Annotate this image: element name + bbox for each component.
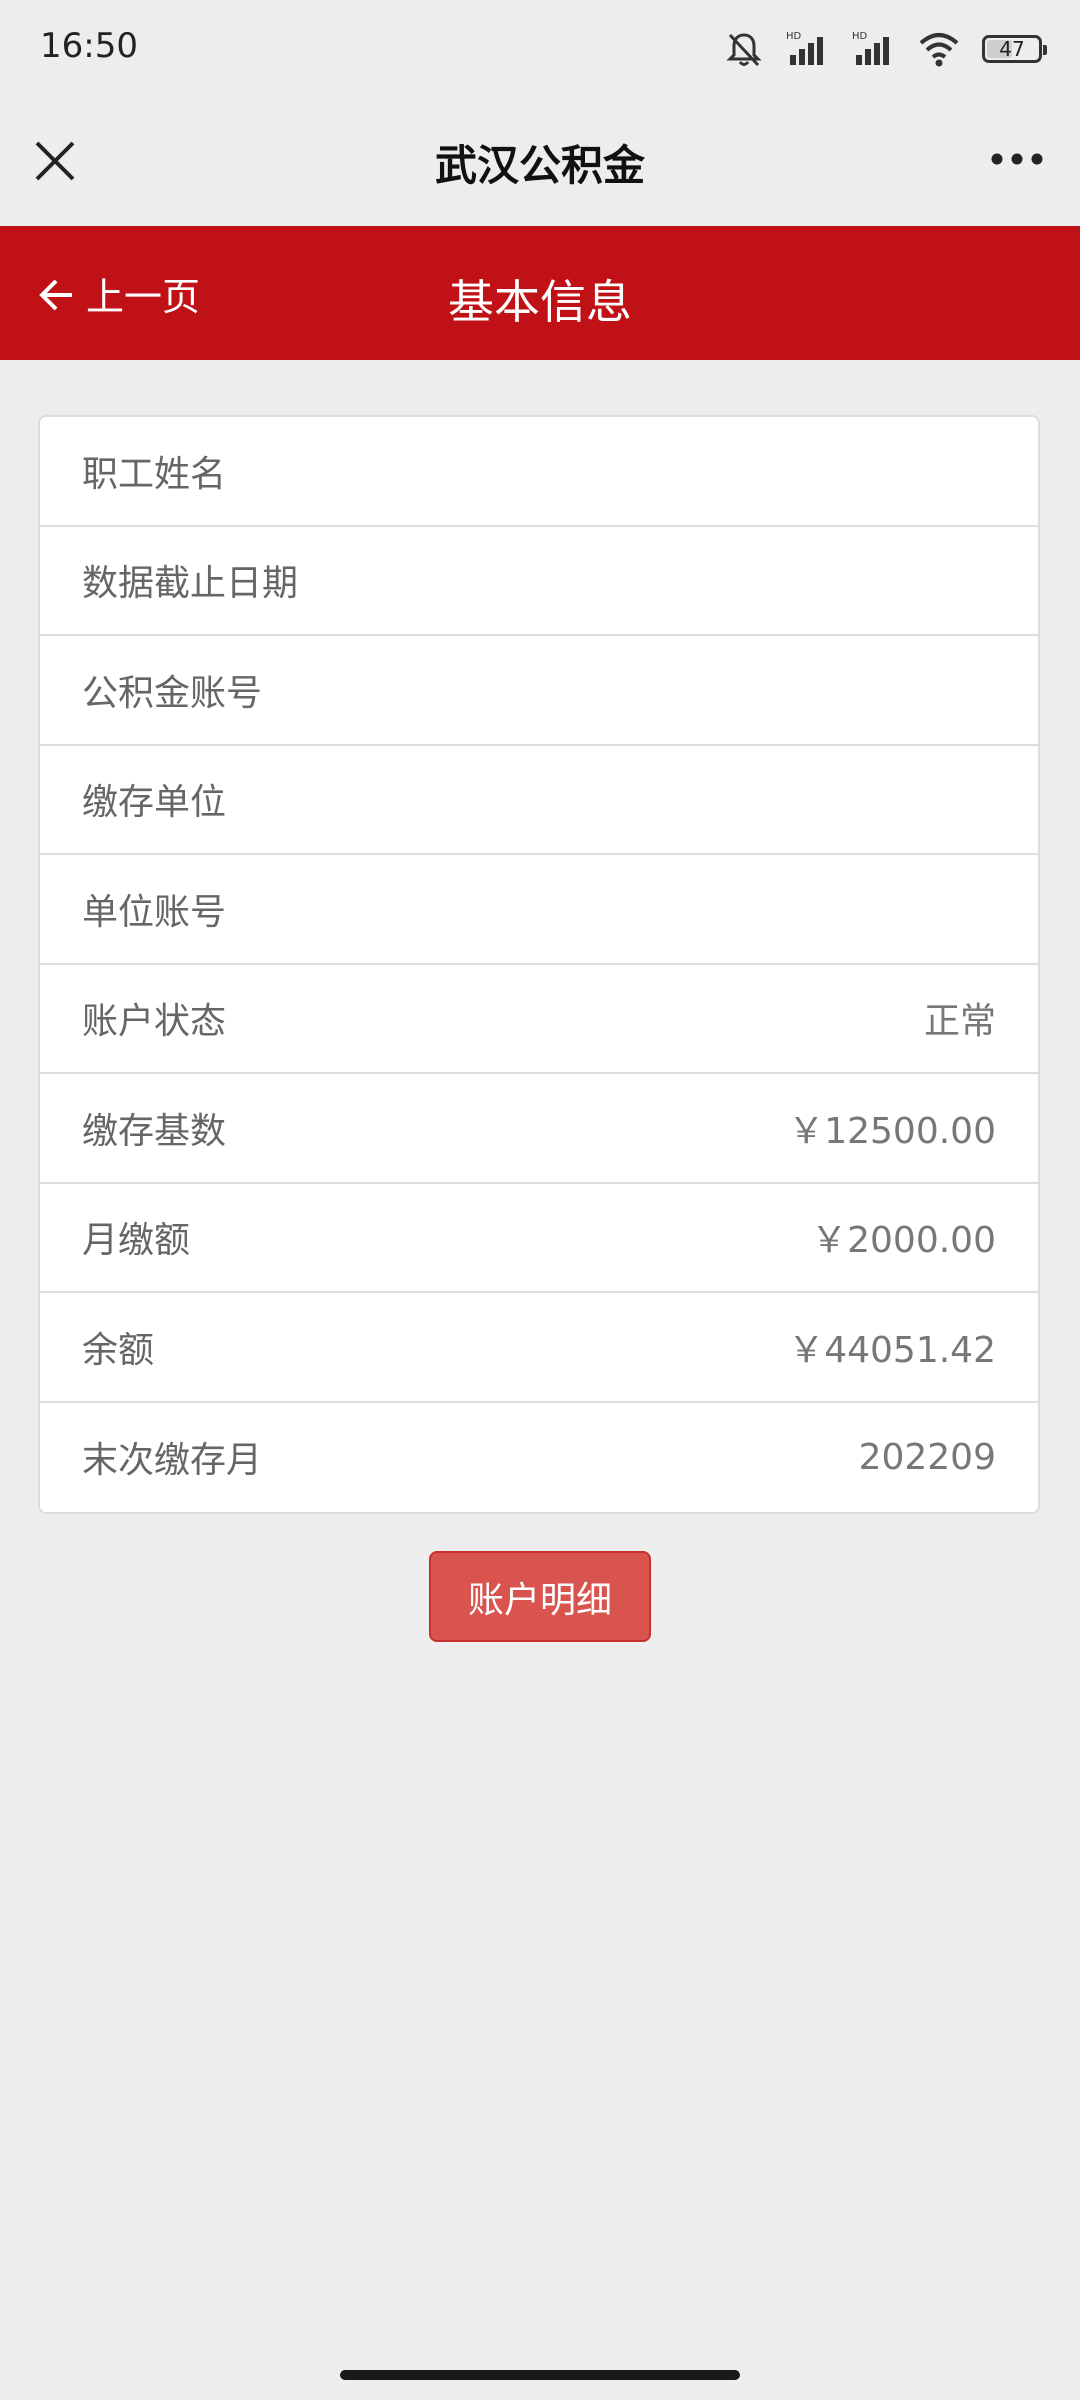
svg-text:HD: HD xyxy=(852,31,868,42)
svg-text:HD: HD xyxy=(786,31,802,42)
row-label: 数据截止日期 xyxy=(82,563,299,605)
row-value: ￥2000.00 xyxy=(811,1220,996,1262)
bell-off-icon xyxy=(724,29,764,69)
more-icon xyxy=(991,153,1043,165)
status-bar: 16:50 HD HD 47 xyxy=(0,0,1080,96)
status-icons: HD HD 47 xyxy=(724,24,1047,74)
page-title: 基本信息 xyxy=(448,275,632,329)
row-value: 正常 xyxy=(923,1001,996,1043)
info-card: 职工姓名 数据截止日期 公积金账号 缴存单位 单位账号 账户状态 正常 缴存基数… xyxy=(38,415,1040,1514)
row-label: 账户状态 xyxy=(82,1001,227,1043)
info-row-employer-account: 单位账号 xyxy=(40,855,1038,965)
info-row-fund-account: 公积金账号 xyxy=(40,636,1038,746)
info-row-last-payment-month: 末次缴存月 202209 xyxy=(40,1403,1038,1513)
row-value: 202209 xyxy=(858,1436,996,1478)
battery-icon: 47 xyxy=(982,35,1047,63)
info-row-account-status: 账户状态 正常 xyxy=(40,965,1038,1074)
info-row-balance: 余额 ￥44051.42 xyxy=(40,1293,1038,1403)
row-value: ￥12500.00 xyxy=(788,1110,996,1152)
signal-hd-icon: HD xyxy=(786,29,830,69)
row-value: ￥44051.42 xyxy=(788,1329,996,1371)
info-row-data-date: 数据截止日期 xyxy=(40,527,1038,636)
info-row-monthly-payment: 月缴额 ￥2000.00 xyxy=(40,1184,1038,1293)
battery-level: 47 xyxy=(999,37,1025,61)
row-label: 月缴额 xyxy=(82,1220,191,1262)
title-bar: 武汉公积金 xyxy=(0,96,1080,226)
row-label: 末次缴存月 xyxy=(82,1440,263,1482)
info-row-employer: 缴存单位 xyxy=(40,746,1038,855)
info-row-employee-name: 职工姓名 xyxy=(40,417,1038,527)
status-time: 16:50 xyxy=(40,26,138,66)
home-indicator[interactable] xyxy=(340,2370,740,2380)
more-button[interactable] xyxy=(982,134,1052,184)
app-title: 武汉公积金 xyxy=(434,141,645,190)
wifi-icon xyxy=(918,29,960,69)
row-label: 职工姓名 xyxy=(82,453,227,495)
row-label: 缴存基数 xyxy=(82,1110,227,1152)
page-header: 上一页 基本信息 xyxy=(0,226,1080,360)
row-label: 单位账号 xyxy=(82,891,227,933)
row-label: 公积金账号 xyxy=(82,672,263,714)
account-detail-button[interactable]: 账户明细 xyxy=(429,1551,651,1642)
info-row-contribution-base: 缴存基数 ￥12500.00 xyxy=(40,1074,1038,1184)
row-label: 余额 xyxy=(82,1329,155,1371)
row-label: 缴存单位 xyxy=(82,782,227,824)
signal-hd-icon: HD xyxy=(852,29,896,69)
